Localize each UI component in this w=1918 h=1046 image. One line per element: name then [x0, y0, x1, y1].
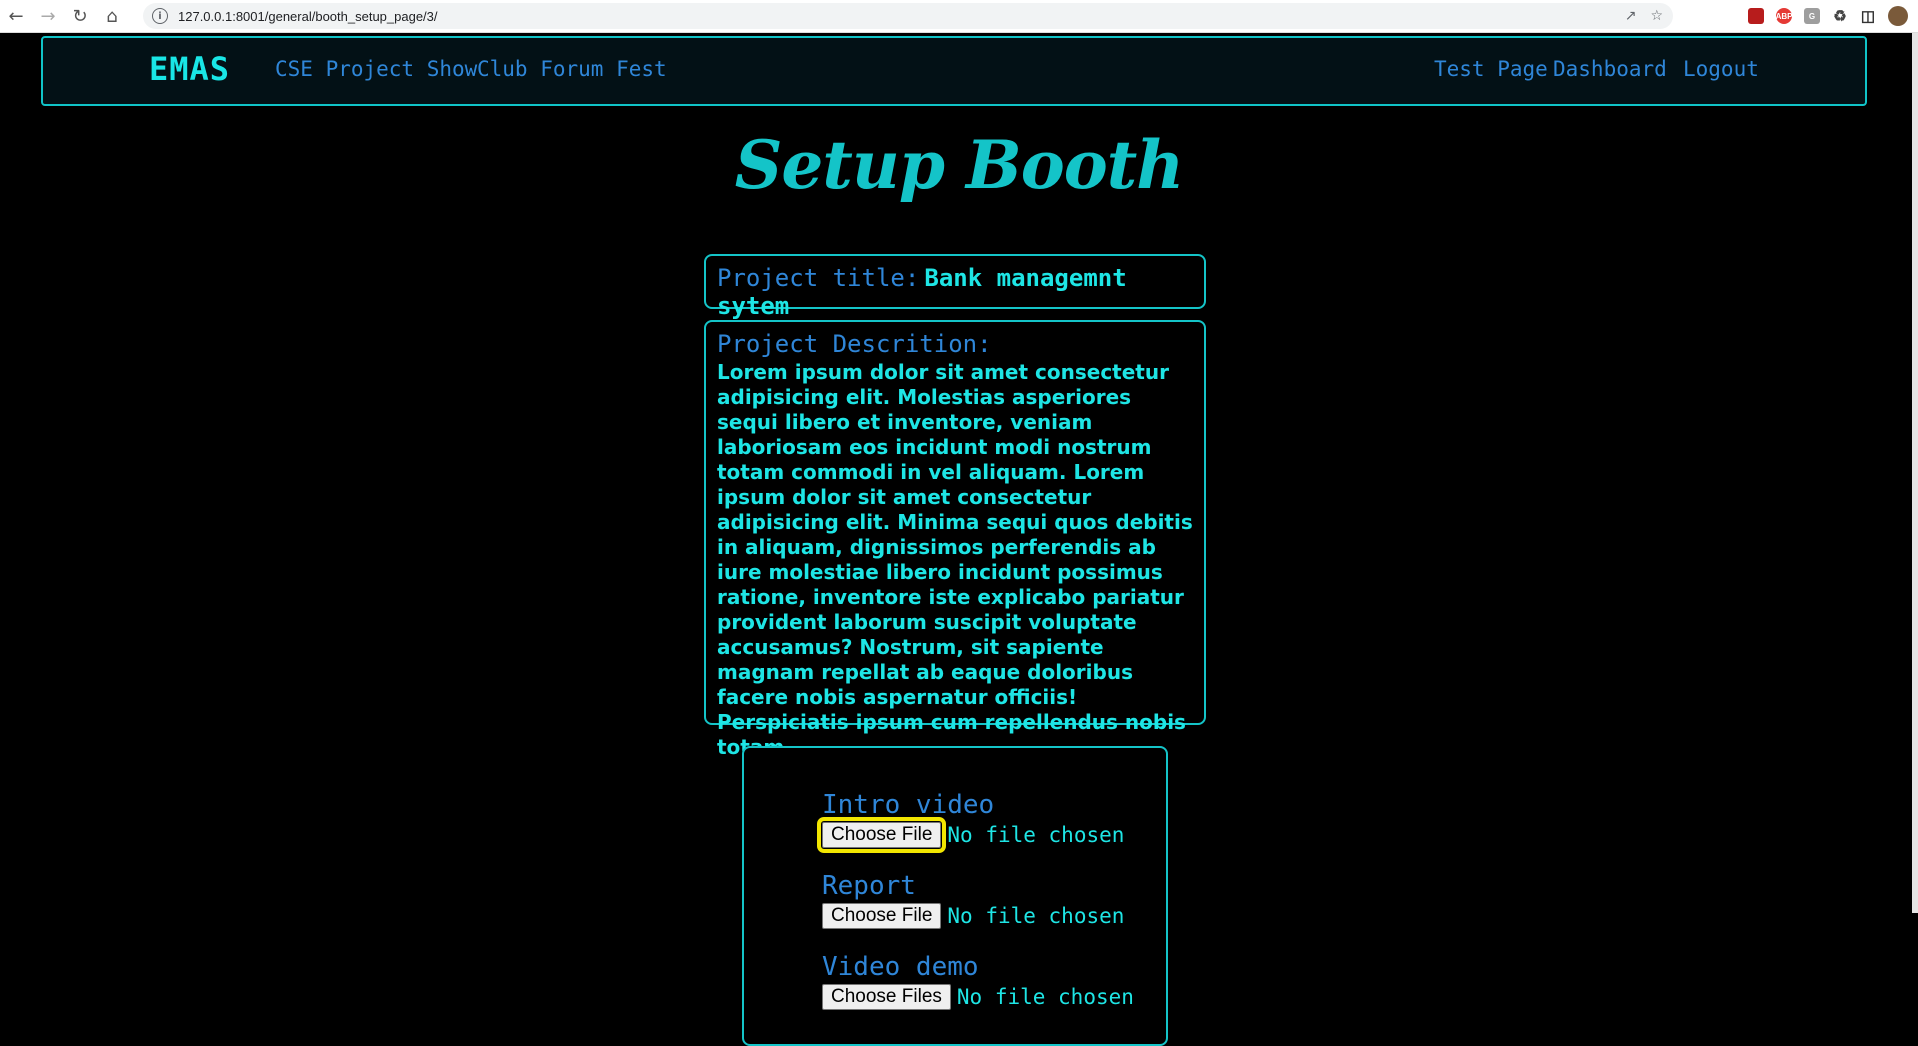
reload-icon[interactable]: ↻ — [64, 0, 96, 32]
address-bar[interactable]: i 127.0.0.1:8001/general/booth_setup_pag… — [143, 3, 1673, 29]
project-title-label: Project title: — [717, 264, 920, 292]
project-description-text: Lorem ipsum dolor sit amet consectetur a… — [717, 360, 1193, 759]
share-icon[interactable]: ↗ — [1625, 8, 1637, 24]
intro-video-file-status: No file chosen — [947, 823, 1125, 847]
nav-link-test-page[interactable]: Test Page — [1434, 57, 1548, 81]
nav-link-club-forum-fest[interactable]: Club Forum Fest — [477, 57, 667, 81]
intro-video-label: Intro video — [822, 790, 995, 820]
profile-avatar[interactable] — [1888, 6, 1908, 26]
nav-link-cse-project-show[interactable]: CSE Project Show — [275, 57, 477, 81]
ublock-icon[interactable] — [1748, 8, 1764, 24]
project-description-card: Project Descrition: Lorem ipsum dolor si… — [704, 320, 1206, 759]
report-file-status: No file chosen — [947, 904, 1125, 928]
site-info-icon[interactable]: i — [152, 8, 168, 24]
side-panel-icon[interactable]: ◫ — [1860, 8, 1876, 25]
bookmark-star-icon[interactable]: ☆ — [1650, 8, 1663, 24]
report-label: Report — [822, 871, 916, 901]
address-url[interactable]: 127.0.0.1:8001/general/booth_setup_page/… — [178, 9, 438, 24]
intro-video-choose-file-button[interactable]: Choose File — [816, 817, 947, 853]
project-title-card: Project title: Bank managemnt sytem — [704, 254, 1206, 320]
home-icon[interactable]: ⌂ — [96, 0, 128, 32]
video-demo-label: Video demo — [822, 952, 979, 982]
browser-toolbar: ← → ↻ ⌂ i 127.0.0.1:8001/general/booth_s… — [0, 0, 1918, 33]
nav-link-dashboard[interactable]: Dashboard — [1553, 57, 1667, 81]
video-demo-file-status: No file chosen — [956, 985, 1134, 1009]
back-arrow-icon[interactable]: ← — [0, 0, 32, 32]
forward-arrow-icon[interactable]: → — [32, 0, 64, 32]
page-title: Setup Booth — [734, 126, 1185, 204]
upload-group-report: Report Choose File No file chosen — [822, 871, 1124, 929]
page-scrollbar[interactable] — [1912, 33, 1918, 913]
nav-link-logout[interactable]: Logout — [1683, 57, 1759, 81]
upload-group-video-demo: Video demo Choose Files No file chosen — [822, 952, 1134, 1010]
report-choose-file-button[interactable]: Choose File — [822, 903, 942, 929]
project-description-label: Project Descrition: — [717, 330, 992, 358]
video-demo-choose-files-button[interactable]: Choose Files — [822, 984, 951, 1010]
extensions-puzzle-icon[interactable]: ♻ — [1832, 8, 1848, 25]
upload-group-intro-video: Intro video Choose File No file chosen — [816, 790, 1125, 853]
grammarly-icon[interactable]: G — [1804, 8, 1820, 24]
site-navbar: EMAS CSE Project Show Club Forum Fest Te… — [41, 36, 1867, 106]
upload-form-card: Intro video Choose File No file chosen R… — [742, 746, 1168, 1046]
adblock-plus-icon[interactable]: ABP — [1776, 8, 1792, 24]
brand-logo[interactable]: EMAS — [149, 50, 230, 88]
